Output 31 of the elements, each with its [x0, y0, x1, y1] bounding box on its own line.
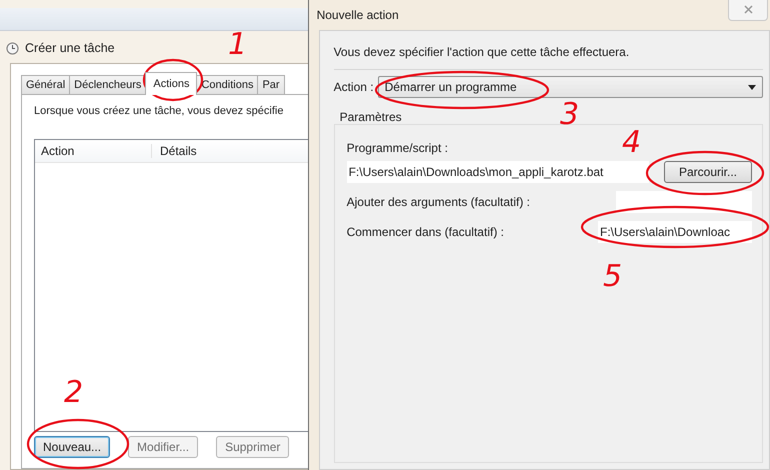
- field-label: Action :: [334, 80, 374, 94]
- field-label: Programme/script :: [346, 141, 448, 155]
- tab[interactable]: Par: [257, 75, 285, 94]
- tab[interactable]: Conditions: [196, 75, 258, 94]
- window-title: Nouvelle action: [316, 8, 399, 22]
- instruction-text: Lorsque vous créez une tâche, vous devez spécifie: [34, 105, 284, 117]
- tab[interactable]: Actions: [145, 72, 198, 95]
- field-label: Commencer dans (facultatif) :: [346, 225, 504, 239]
- tab[interactable]: Général: [21, 75, 70, 94]
- dialog-button[interactable]: Nouveau...: [34, 436, 110, 458]
- clock-icon: [6, 42, 19, 54]
- window-title: Créer une tâche: [25, 41, 115, 55]
- annotation-number: 3: [560, 100, 580, 130]
- program-field[interactable]: F:\Users\alain\Downloads\mon_appli_karotz.bat: [346, 161, 649, 183]
- tab[interactable]: Déclencheurs: [69, 75, 146, 94]
- close-icon: [744, 5, 752, 14]
- caret-icon: [748, 84, 756, 90]
- browse-button[interactable]: Parcourir...: [664, 161, 752, 183]
- column-header[interactable]: Action: [35, 144, 152, 158]
- annotation-number: 5: [603, 262, 622, 292]
- field-label: Ajouter des arguments (facultatif) :: [346, 195, 530, 209]
- annotation-number: 4: [622, 128, 642, 158]
- action-dropdown[interactable]: Démarrer un programme: [378, 76, 763, 98]
- group-title: Paramètres: [340, 110, 402, 124]
- annotation-circle: [142, 58, 204, 102]
- instruction-text: Vous devez spécifier l'action que cette tâche effectuera.: [334, 45, 630, 59]
- annotation-number: 2: [64, 378, 84, 408]
- close-button[interactable]: [728, 0, 768, 20]
- start-folder-field[interactable]: F:\Users\alain\Downloac: [598, 221, 752, 243]
- column-header[interactable]: Détails: [152, 144, 197, 158]
- annotation-number: 1: [228, 30, 248, 60]
